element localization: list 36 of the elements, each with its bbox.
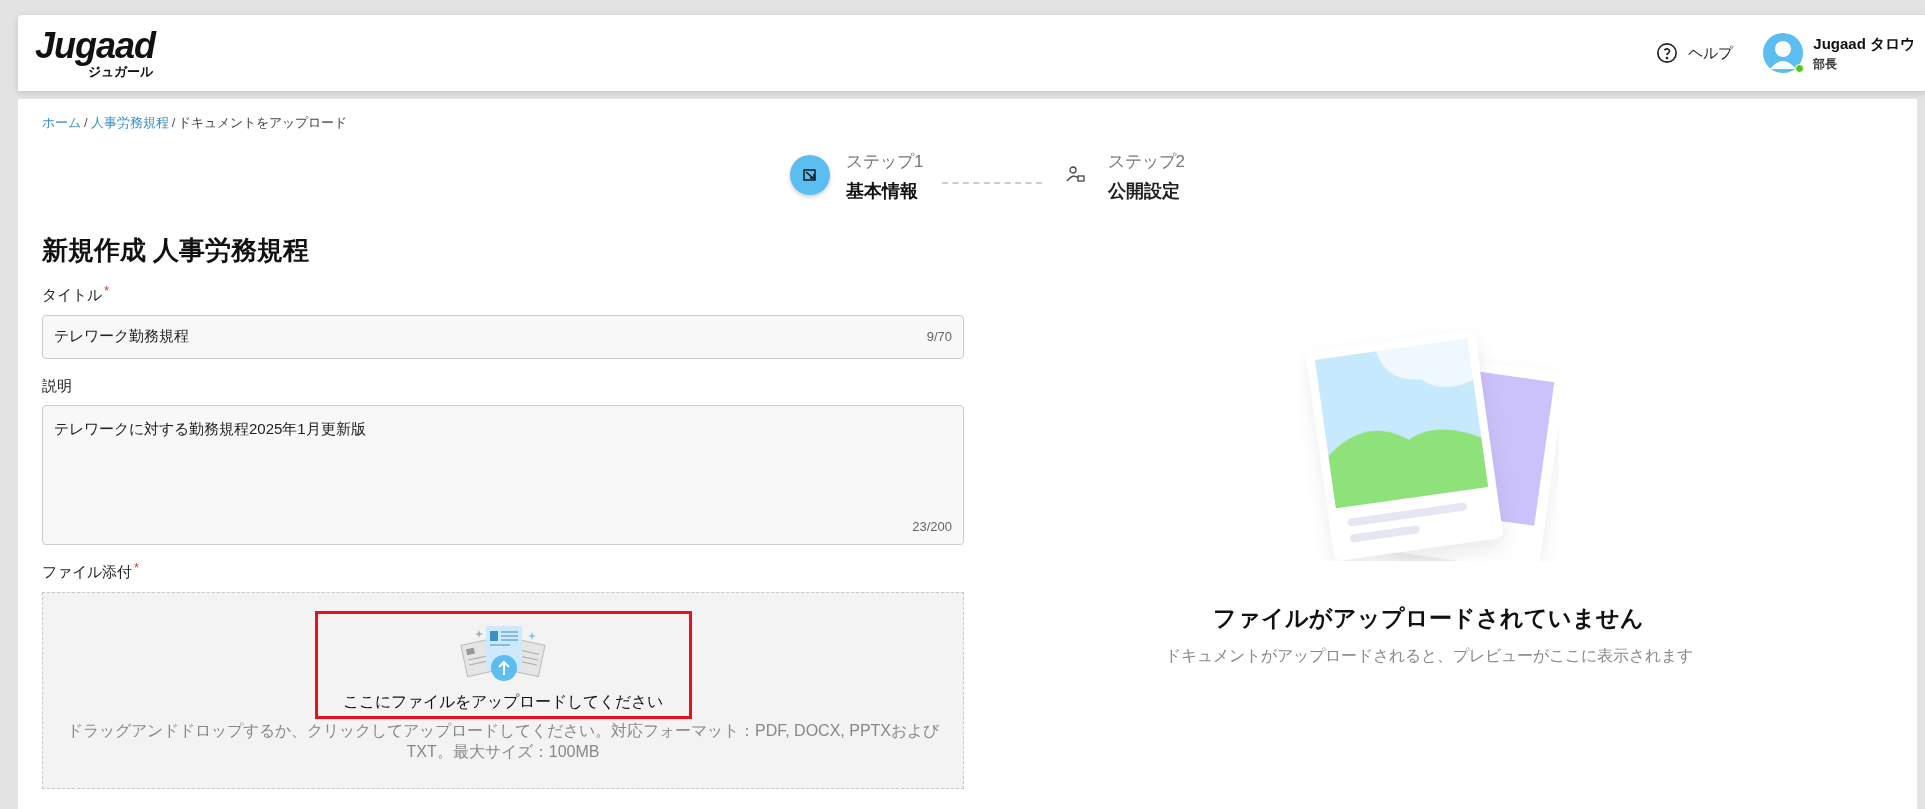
file-drop-zone[interactable]: ここにファイルをアップロードしてください ドラッグアンドドロップするか、クリックしてアップロードしてください。対応フォーマット：PDF, DOCX, PPTXおよびTXT。最大サイズ：100MB — [42, 591, 964, 789]
upload-hint: ドラッグアンドドロップするか、クリックしてアップロードしてください。対応フォーマット：PDF, DOCX, PPTXおよびTXT。最大サイズ：100MB — [66, 720, 940, 762]
avatar-icon[interactable] — [1763, 33, 1804, 73]
breadcrumb-link[interactable]: ホーム — [42, 113, 81, 133]
empty-preview-subtitle: ドキュメントがアップロードされると、プレビューがここに表示されます — [1164, 645, 1693, 666]
field-label: タイトル — [42, 285, 102, 305]
breadcrumb-separator: / — [171, 114, 176, 132]
breadcrumb-separator: / — [84, 114, 88, 132]
description-field[interactable]: テレワークに対する勤務規程2025年1月更新版 23/200 — [42, 405, 964, 545]
character-counter: 23/200 — [912, 517, 952, 536]
logo[interactable]: Jugaad — [35, 27, 156, 64]
empty-preview-title: ファイルがアップロードされていません — [1213, 604, 1644, 633]
help-icon — [1656, 42, 1679, 64]
field-label: 説明 — [42, 375, 72, 396]
step-name: 公開設定 — [1107, 180, 1181, 203]
user-role: 部長 — [1813, 56, 1839, 74]
step-number: ステップ1 — [846, 150, 924, 173]
page-title: 新規作成 人事労務規程 — [42, 234, 311, 267]
field-value: テレワーク勤務規程 — [54, 326, 189, 347]
step-number: ステップ2 — [1107, 150, 1185, 173]
required-mark: * — [104, 284, 110, 297]
step-name: 基本情報 — [846, 180, 920, 203]
step-icon — [790, 154, 831, 195]
breadcrumb-current: ドキュメントをアップロード — [178, 114, 348, 132]
field-value: テレワークに対する勤務規程2025年1月更新版 — [54, 419, 367, 439]
user-name: Jugaad タロウ — [1813, 33, 1915, 54]
step-item[interactable]: ステップ2 公開設定 — [1059, 148, 1185, 205]
required-mark: * — [134, 561, 140, 574]
field-label: ファイル添付 — [42, 562, 132, 582]
character-counter: 9/70 — [926, 327, 952, 346]
upload-prompt: ここにファイルをアップロードしてください — [343, 691, 663, 712]
person-icon — [1065, 164, 1086, 183]
title-field[interactable]: テレワーク勤務規程 9/70 — [42, 314, 964, 359]
step-item[interactable]: ステップ1 基本情報 — [790, 148, 924, 205]
breadcrumb-link[interactable]: 人事労務規程 — [90, 113, 169, 133]
help-button[interactable]: ヘルプ — [1656, 41, 1734, 65]
